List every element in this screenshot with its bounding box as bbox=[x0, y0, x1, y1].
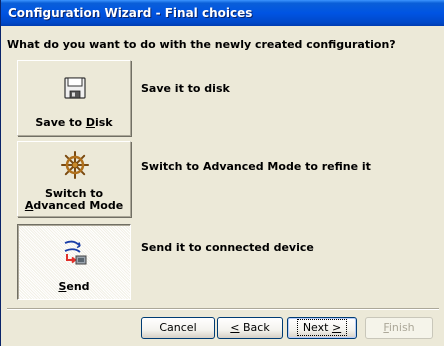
cancel-button[interactable]: Cancel bbox=[141, 317, 215, 339]
wizard-body: What do you want to do with the newly cr… bbox=[1, 26, 444, 346]
save-to-disk-label: Save to Disk bbox=[35, 116, 113, 129]
back-button[interactable]: < Back bbox=[217, 317, 283, 339]
window-title: Configuration Wizard - Final choices bbox=[1, 0, 444, 26]
divider bbox=[7, 308, 439, 310]
finish-button[interactable]: Finish bbox=[365, 317, 433, 339]
question-text: What do you want to do with the newly cr… bbox=[7, 38, 396, 51]
ship-wheel-icon bbox=[61, 151, 89, 179]
floppy-disk-icon bbox=[64, 77, 86, 99]
save-to-disk-description: Save it to disk bbox=[141, 82, 230, 95]
switch-advanced-mode-button[interactable]: Switch to Advanced Mode bbox=[17, 141, 131, 217]
send-label: Send bbox=[58, 280, 90, 293]
next-button-label: Next > bbox=[296, 319, 348, 336]
send-to-device-icon bbox=[64, 240, 87, 265]
send-description: Send it to connected device bbox=[141, 241, 314, 254]
wizard-window: Configuration Wizard - Final choices Wha… bbox=[0, 0, 444, 346]
next-button[interactable]: Next > bbox=[287, 317, 357, 339]
switch-advanced-mode-label: Switch to Advanced Mode bbox=[24, 187, 124, 212]
switch-advanced-mode-description: Switch to Advanced Mode to refine it bbox=[141, 160, 371, 173]
send-button[interactable]: Send bbox=[17, 224, 131, 300]
save-to-disk-button[interactable]: Save to Disk bbox=[17, 60, 131, 136]
